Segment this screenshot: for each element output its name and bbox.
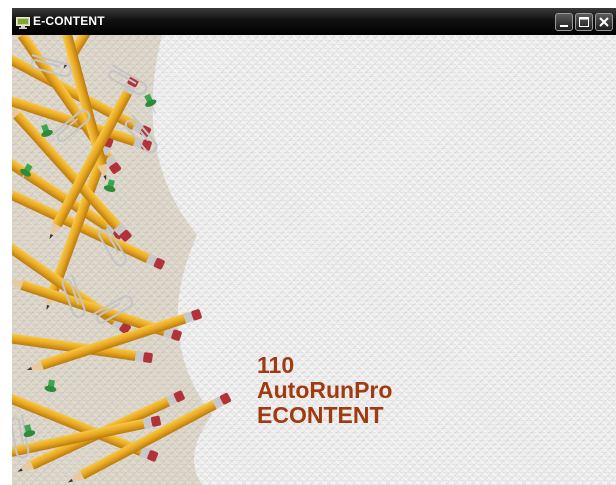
caption-line-number: 110 xyxy=(257,352,295,378)
title-bar[interactable]: E-CONTENT xyxy=(12,8,616,35)
caption-line-product: AutoRunPro xyxy=(257,377,393,403)
close-button[interactable] xyxy=(595,13,613,31)
window-title: E-CONTENT xyxy=(33,14,105,28)
monitor-icon[interactable] xyxy=(16,14,30,29)
splash-content: 110 AutoRunPro ECONTENT xyxy=(12,35,616,485)
minimize-button[interactable] xyxy=(555,13,573,31)
content-caption: 110 AutoRunPro ECONTENT xyxy=(257,353,392,428)
caption-line-title: ECONTENT xyxy=(257,402,384,428)
app-window: E-CONTENT 110 AutoRunPro ECONTENT xyxy=(12,8,616,485)
maximize-button[interactable] xyxy=(575,13,593,31)
